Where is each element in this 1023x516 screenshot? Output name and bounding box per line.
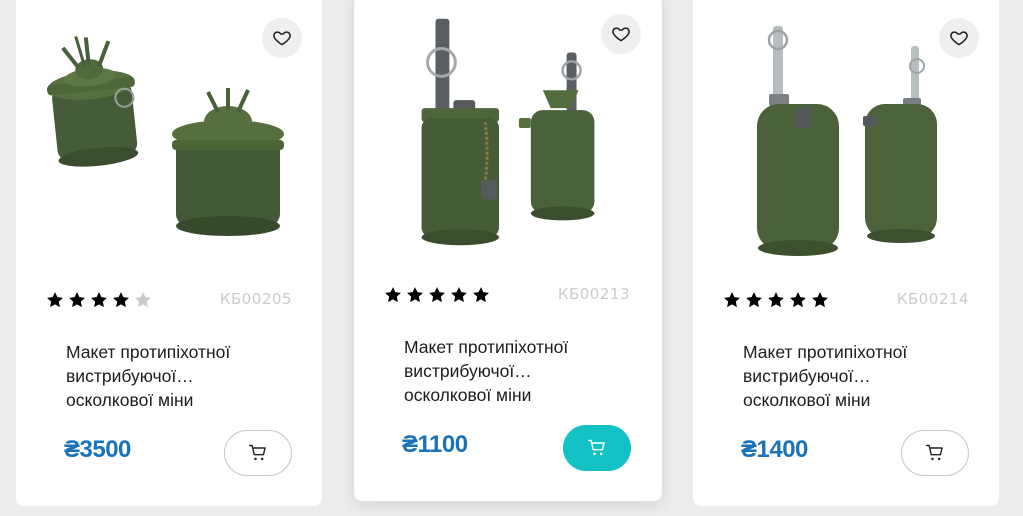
star-filled-icon (473, 287, 489, 303)
product-card[interactable]: КБ00213 Макет протипіхотної вистрибуючої… (354, 0, 662, 501)
heart-icon (612, 27, 630, 42)
cart-icon (925, 444, 943, 461)
product-title-line: осколкової міни (743, 390, 871, 410)
product-title-line: вистрибуючої… (743, 366, 871, 386)
product-price: ₴1100 (402, 431, 468, 458)
add-to-cart-button[interactable] (224, 430, 292, 476)
heart-icon (273, 31, 291, 46)
rating-stars (45, 290, 153, 310)
star-empty-icon (135, 292, 151, 308)
rating-stars (722, 290, 830, 310)
product-title-line: вистрибуючої… (66, 366, 194, 386)
star-filled-icon (746, 292, 762, 308)
star-filled-icon (69, 292, 85, 308)
product-title-line: Макет протипіхотної (743, 342, 908, 362)
favorite-button[interactable] (601, 14, 641, 54)
product-card[interactable]: КБ00205 Макет протипіхотної вистрибуючої… (16, 0, 322, 506)
product-sku: КБ00213 (557, 285, 630, 303)
product-price: ₴3500 (64, 436, 131, 463)
star-filled-icon (113, 292, 129, 308)
favorite-button[interactable] (262, 18, 302, 58)
star-filled-icon (47, 292, 63, 308)
star-filled-icon (385, 287, 401, 303)
product-sku: КБ00214 (896, 290, 969, 308)
heart-icon (950, 31, 968, 46)
product-title[interactable]: Макет протипіхотної вистрибуючої… осколк… (66, 340, 286, 412)
star-filled-icon (451, 287, 467, 303)
add-to-cart-button[interactable] (901, 430, 969, 476)
star-filled-icon (790, 292, 806, 308)
star-filled-icon (768, 292, 784, 308)
product-title[interactable]: Макет протипіхотної вистрибуючої… осколк… (743, 340, 963, 412)
star-filled-icon (407, 287, 423, 303)
product-title-line: Макет протипіхотної (404, 337, 569, 357)
product-title-line: осколкової міни (404, 385, 532, 405)
favorite-button[interactable] (939, 18, 979, 58)
star-filled-icon (724, 292, 740, 308)
product-title[interactable]: Макет протипіхотної вистрибуючої… осколк… (404, 335, 624, 407)
star-filled-icon (91, 292, 107, 308)
product-title-line: вистрибуючої… (404, 361, 532, 381)
product-card[interactable]: КБ00214 Макет протипіхотної вистрибуючої… (693, 0, 999, 506)
star-filled-icon (429, 287, 445, 303)
rating-stars (383, 285, 491, 305)
cart-icon (248, 444, 266, 461)
product-price: ₴1400 (741, 436, 808, 463)
cart-icon (587, 439, 605, 456)
add-to-cart-button[interactable] (563, 425, 631, 471)
product-title-line: Макет протипіхотної (66, 342, 231, 362)
star-filled-icon (812, 292, 828, 308)
product-title-line: осколкової міни (66, 390, 194, 410)
product-sku: КБ00205 (219, 290, 292, 308)
